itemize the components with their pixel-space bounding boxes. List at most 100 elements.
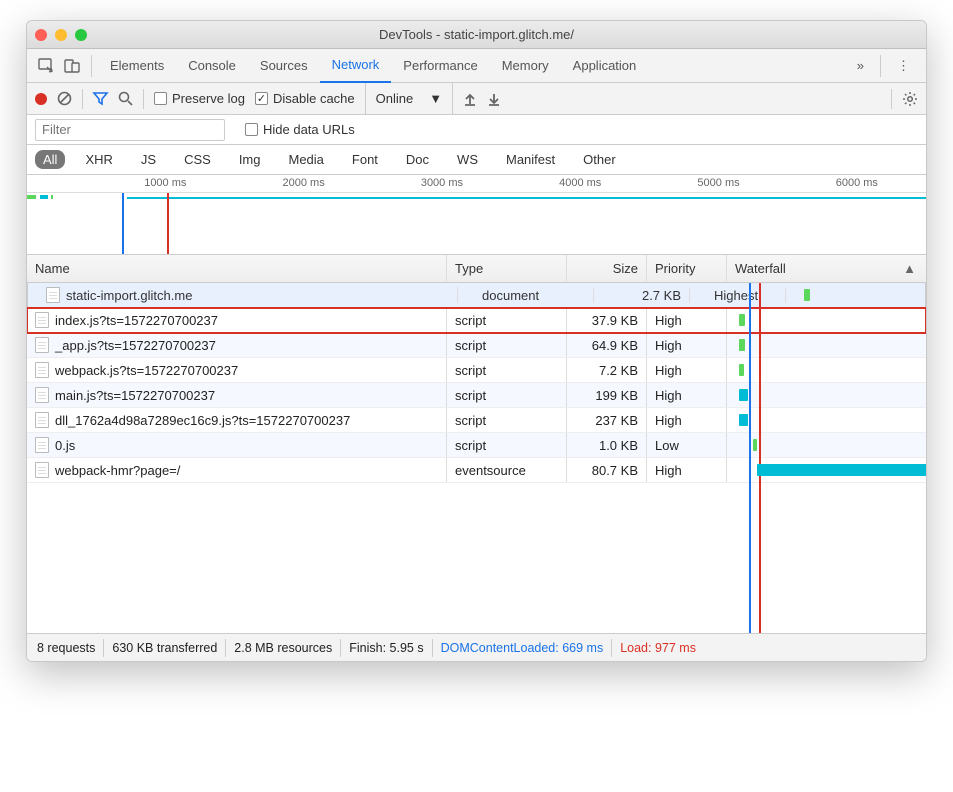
tab-elements[interactable]: Elements [98,49,176,83]
request-size: 80.7 KB [567,458,647,482]
disable-cache-label: Disable cache [273,91,355,106]
type-filter-all[interactable]: All [35,150,65,169]
request-waterfall [727,383,926,407]
file-icon [35,387,49,403]
filter-input[interactable] [35,119,225,141]
type-filter-xhr[interactable]: XHR [77,150,120,169]
request-waterfall [727,408,926,432]
column-waterfall[interactable]: Waterfall ▲ [727,255,926,282]
hide-data-urls-checkbox[interactable]: Hide data URLs [245,122,355,137]
status-finish: Finish: 5.95 s [349,641,423,655]
status-transferred: 630 KB transferred [112,641,217,655]
tab-console[interactable]: Console [176,49,248,83]
request-waterfall [727,333,926,357]
status-bar: 8 requests 630 KB transferred 2.8 MB res… [27,633,926,661]
request-waterfall [727,458,926,482]
request-size: 64.9 KB [567,333,647,357]
network-table-header: Name Type Size Priority Waterfall ▲ [27,255,926,283]
request-type: document [474,288,594,303]
type-filter-ws[interactable]: WS [449,150,486,169]
file-icon [35,437,49,453]
record-button[interactable] [35,93,47,105]
type-filter-other[interactable]: Other [575,150,624,169]
type-filter-media[interactable]: Media [280,150,331,169]
timeline-overview[interactable]: 1000 ms2000 ms3000 ms4000 ms5000 ms6000 … [27,175,926,255]
zoom-window-button[interactable] [75,29,87,41]
chevron-down-icon: ▼ [429,91,442,106]
table-row[interactable]: dll_1762a4d98a7289ec16c9.js?ts=157227070… [27,408,926,433]
window-title: DevTools - static-import.glitch.me/ [27,27,926,42]
file-icon [35,312,49,328]
more-tabs-button[interactable]: » [847,58,874,73]
status-domcontentloaded: DOMContentLoaded: 669 ms [441,641,604,655]
clear-button[interactable] [57,91,72,106]
type-filter-manifest[interactable]: Manifest [498,150,563,169]
preserve-log-checkbox[interactable]: Preserve log [154,91,245,106]
type-filter-font[interactable]: Font [344,150,386,169]
hide-data-urls-label: Hide data URLs [263,122,355,137]
table-row[interactable]: static-import.glitch.medocument2.7 KBHig… [27,283,926,308]
type-filter-img[interactable]: Img [231,150,269,169]
column-type[interactable]: Type [447,255,567,282]
request-name: webpack.js?ts=1572270700237 [55,363,238,378]
settings-menu-button[interactable]: ⋮ [887,58,920,74]
request-size: 7.2 KB [567,358,647,382]
request-type: script [447,333,567,357]
table-row[interactable]: index.js?ts=1572270700237script37.9 KBHi… [27,308,926,333]
timeline-tick: 1000 ms [144,177,186,189]
status-resources: 2.8 MB resources [234,641,332,655]
close-window-button[interactable] [35,29,47,41]
table-row[interactable]: main.js?ts=1572270700237script199 KBHigh [27,383,926,408]
inspect-element-icon[interactable] [33,53,59,79]
request-size: 1.0 KB [567,433,647,457]
column-priority[interactable]: Priority [647,255,727,282]
throttling-select[interactable]: Online ▼ [365,83,453,114]
type-filter-js[interactable]: JS [133,150,164,169]
preserve-log-label: Preserve log [172,91,245,106]
panel-tabbar: ElementsConsoleSourcesNetworkPerformance… [27,49,926,83]
table-row[interactable]: webpack.js?ts=1572270700237script7.2 KBH… [27,358,926,383]
network-table-body: static-import.glitch.medocument2.7 KBHig… [27,283,926,633]
device-toolbar-icon[interactable] [59,53,85,79]
column-name[interactable]: Name [27,255,447,282]
file-icon [35,462,49,478]
request-type: script [447,408,567,432]
titlebar: DevTools - static-import.glitch.me/ [27,21,926,49]
minimize-window-button[interactable] [55,29,67,41]
file-icon [35,362,49,378]
column-size[interactable]: Size [567,255,647,282]
tab-application[interactable]: Application [561,49,649,83]
status-requests: 8 requests [37,641,95,655]
request-priority: High [647,458,727,482]
type-filter-doc[interactable]: Doc [398,150,437,169]
disable-cache-checkbox[interactable]: Disable cache [255,91,355,106]
upload-har-icon[interactable] [463,92,477,106]
timeline-tick: 6000 ms [836,177,878,189]
request-name: _app.js?ts=1572270700237 [55,338,216,353]
type-filter-css[interactable]: CSS [176,150,219,169]
request-waterfall [727,358,926,382]
filter-toggle-icon[interactable] [93,91,108,106]
request-waterfall [727,433,926,457]
network-settings-icon[interactable] [902,91,918,107]
request-priority: High [647,383,727,407]
tab-memory[interactable]: Memory [490,49,561,83]
tab-sources[interactable]: Sources [248,49,320,83]
tab-network[interactable]: Network [320,49,392,83]
request-priority: High [647,333,727,357]
tab-performance[interactable]: Performance [391,49,489,83]
table-row[interactable]: _app.js?ts=1572270700237 script64.9 KBHig… [27,333,926,358]
timeline-tick: 2000 ms [283,177,325,189]
timeline-tick: 3000 ms [421,177,463,189]
file-icon [35,337,49,353]
search-icon[interactable] [118,91,133,106]
request-name: index.js?ts=1572270700237 [55,313,218,328]
request-priority: Highest [706,288,786,303]
table-row[interactable]: 0.jsscript1.0 KBLow [27,433,926,458]
request-type: eventsource [447,458,567,482]
request-type: script [447,433,567,457]
request-name: dll_1762a4d98a7289ec16c9.js?ts=157227070… [55,413,350,428]
window-controls [35,29,87,41]
download-har-icon[interactable] [487,92,501,106]
table-row[interactable]: webpack-hmr?page=/eventsource80.7 KBHigh [27,458,926,483]
